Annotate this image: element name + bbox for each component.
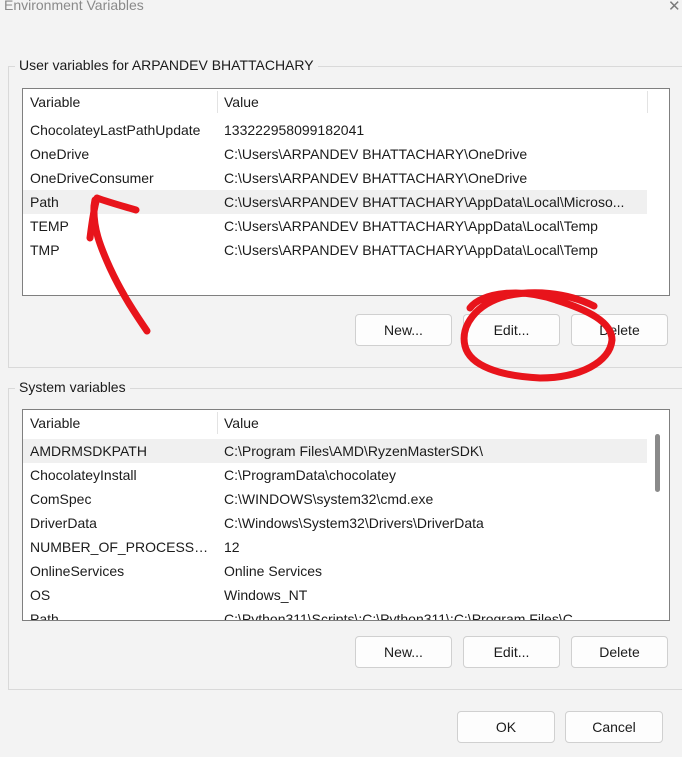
variable-value-cell: C:\ProgramData\chocolatey (224, 467, 396, 483)
variable-name-cell: NUMBER_OF_PROCESSORS (30, 539, 217, 555)
table-row[interactable]: AMDRMSDKPATH C:\Program Files\AMD\RyzenMa… (23, 439, 647, 463)
system-variables-legend: System variables (15, 379, 130, 395)
column-header-value[interactable]: Value (217, 89, 647, 115)
variable-name-cell: Path (30, 611, 59, 621)
variable-value-cell: 133222958099182041 (224, 122, 365, 138)
variable-value-cell: C:\Users\ARPANDEV BHATTACHARY\AppData\Lo… (224, 242, 598, 258)
variable-name-cell: OS (30, 587, 51, 603)
table-row[interactable]: TMP C:\Users\ARPANDEV BHATTACHARY\AppData… (23, 238, 647, 262)
variable-value-cell: C:\WINDOWS\system32\cmd.exe (224, 491, 434, 507)
user-variables-legend: User variables for ARPANDEV BHATTACHARY (15, 57, 318, 73)
column-header-variable[interactable]: Variable (23, 89, 217, 115)
variable-value-cell: 12 (224, 539, 240, 555)
variable-value-cell: Windows_NT (224, 587, 308, 603)
variable-name-cell: TMP (30, 242, 60, 258)
variable-name-cell: ComSpec (30, 491, 92, 507)
close-icon[interactable]: ✕ (668, 0, 681, 15)
variable-value-cell: C:\Users\ARPANDEV BHATTACHARY\AppData\Lo… (224, 218, 598, 234)
variable-value-cell: C:\Windows\System32\Drivers\DriverData (224, 515, 484, 531)
ok-button[interactable]: OK (457, 711, 555, 743)
system-edit-button[interactable]: Edit... (463, 636, 560, 668)
title-bar: Environment Variables ✕ (0, 0, 682, 18)
table-row[interactable]: Path C:\Python311\Scripts\;C:\Python311\;… (23, 607, 647, 621)
user-delete-button[interactable]: Delete (571, 314, 668, 346)
variable-name-cell: ChocolateyLastPathUpdate (30, 122, 201, 138)
variable-value-cell: C:\Users\ARPANDEV BHATTACHARY\OneDrive (224, 146, 528, 162)
column-header-variable[interactable]: Variable (23, 410, 217, 436)
variable-name-cell: Path (30, 194, 59, 210)
column-header-value[interactable]: Value (217, 410, 647, 436)
window-title: Environment Variables (4, 0, 144, 13)
table-row[interactable]: ComSpec C:\WINDOWS\system32\cmd.exe (23, 487, 647, 511)
variable-name-cell: DriverData (30, 515, 97, 531)
user-edit-button[interactable]: Edit... (463, 314, 560, 346)
table-row[interactable]: OnlineServices Online Services (23, 559, 647, 583)
cancel-button[interactable]: Cancel (565, 711, 663, 743)
system-variables-scrollbar[interactable] (651, 432, 665, 618)
table-row[interactable]: Path C:\Users\ARPANDEV BHATTACHARY\AppDat… (23, 190, 647, 214)
system-delete-button[interactable]: Delete (571, 636, 668, 668)
scrollbar-thumb[interactable] (655, 434, 660, 492)
table-row[interactable]: OS Windows_NT (23, 583, 647, 607)
table-row[interactable]: TEMP C:\Users\ARPANDEV BHATTACHARY\AppDat… (23, 214, 647, 238)
variable-value-cell: C:\Users\ARPANDEV BHATTACHARY\AppData\Lo… (224, 194, 625, 210)
table-row[interactable]: OneDrive C:\Users\ARPANDEV BHATTACHARY\On… (23, 142, 647, 166)
user-variables-header: Variable Value (23, 89, 669, 115)
variable-name-cell: OneDriveConsumer (30, 170, 154, 186)
variable-value-cell: C:\Python311\Scripts\;C:\Python311\;C:\P… (224, 611, 585, 621)
variable-name-cell: AMDRMSDKPATH (30, 443, 147, 459)
system-new-button[interactable]: New... (355, 636, 452, 668)
table-row[interactable]: ChocolateyLastPathUpdate 1332229580991820… (23, 118, 647, 142)
user-variables-list[interactable]: Variable Value ChocolateyLastPathUpdate 1… (22, 88, 670, 296)
column-divider[interactable] (647, 91, 648, 113)
table-row[interactable]: DriverData C:\Windows\System32\Drivers\Dr… (23, 511, 647, 535)
variable-name-cell: OnlineServices (30, 563, 125, 579)
variable-value-cell: Online Services (224, 563, 323, 579)
variable-name-cell: ChocolateyInstall (30, 467, 137, 483)
variable-value-cell: C:\Program Files\AMD\RyzenMasterSDK\ (224, 443, 484, 459)
system-variables-header: Variable Value (23, 410, 669, 436)
variable-value-cell: C:\Users\ARPANDEV BHATTACHARY\OneDrive (224, 170, 528, 186)
table-row[interactable]: OneDriveConsumer C:\Users\ARPANDEV BHATTA… (23, 166, 647, 190)
variable-name-cell: OneDrive (30, 146, 90, 162)
system-variables-list[interactable]: Variable Value AMDRMSDKPATH C:\Program Fi… (22, 409, 670, 621)
variable-name-cell: TEMP (30, 218, 69, 234)
user-new-button[interactable]: New... (355, 314, 452, 346)
table-row[interactable]: NUMBER_OF_PROCESSORS 12 (23, 535, 647, 559)
table-row[interactable]: ChocolateyInstall C:\ProgramData\chocolat… (23, 463, 647, 487)
